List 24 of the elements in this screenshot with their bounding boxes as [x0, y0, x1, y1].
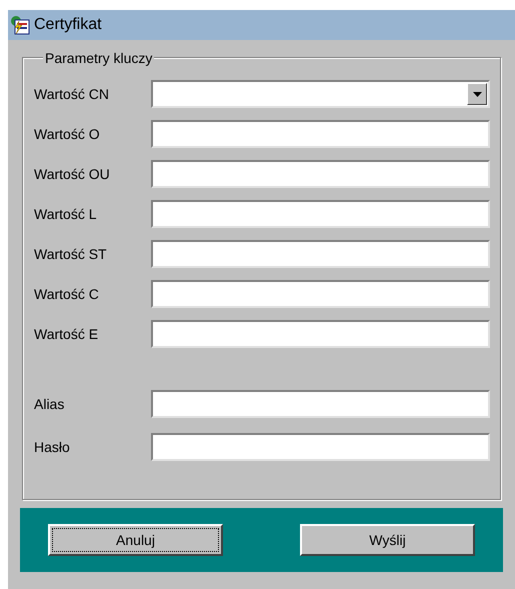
field-label: Wartość L — [33, 204, 98, 224]
input-field[interactable] — [150, 433, 490, 461]
field-label: Wartość C — [33, 284, 100, 304]
field-label: Alias — [33, 394, 66, 414]
input-field[interactable] — [150, 120, 490, 148]
field-label: Wartość E — [33, 324, 100, 344]
certificate-icon — [10, 15, 30, 35]
dialog-button[interactable]: Wyślij — [300, 524, 475, 556]
input-field[interactable] — [150, 200, 490, 228]
dialog-button[interactable]: Anuluj — [48, 524, 223, 556]
caret-icon — [472, 92, 482, 96]
dropdown-button[interactable] — [467, 83, 487, 105]
input-field[interactable] — [150, 390, 490, 418]
field-label: Wartość ST — [33, 244, 108, 264]
field-label: Hasło — [33, 438, 71, 456]
input-field[interactable] — [150, 160, 490, 188]
field-label: Wartość OU — [33, 164, 111, 184]
input-field[interactable] — [150, 240, 490, 268]
field-label: Wartość O — [33, 124, 101, 144]
window-title: Certyfikat — [34, 15, 102, 35]
field-label: Wartość CN — [33, 84, 110, 104]
input-field[interactable] — [150, 280, 490, 308]
combo-box[interactable] — [150, 80, 490, 108]
input-field[interactable] — [150, 320, 490, 348]
